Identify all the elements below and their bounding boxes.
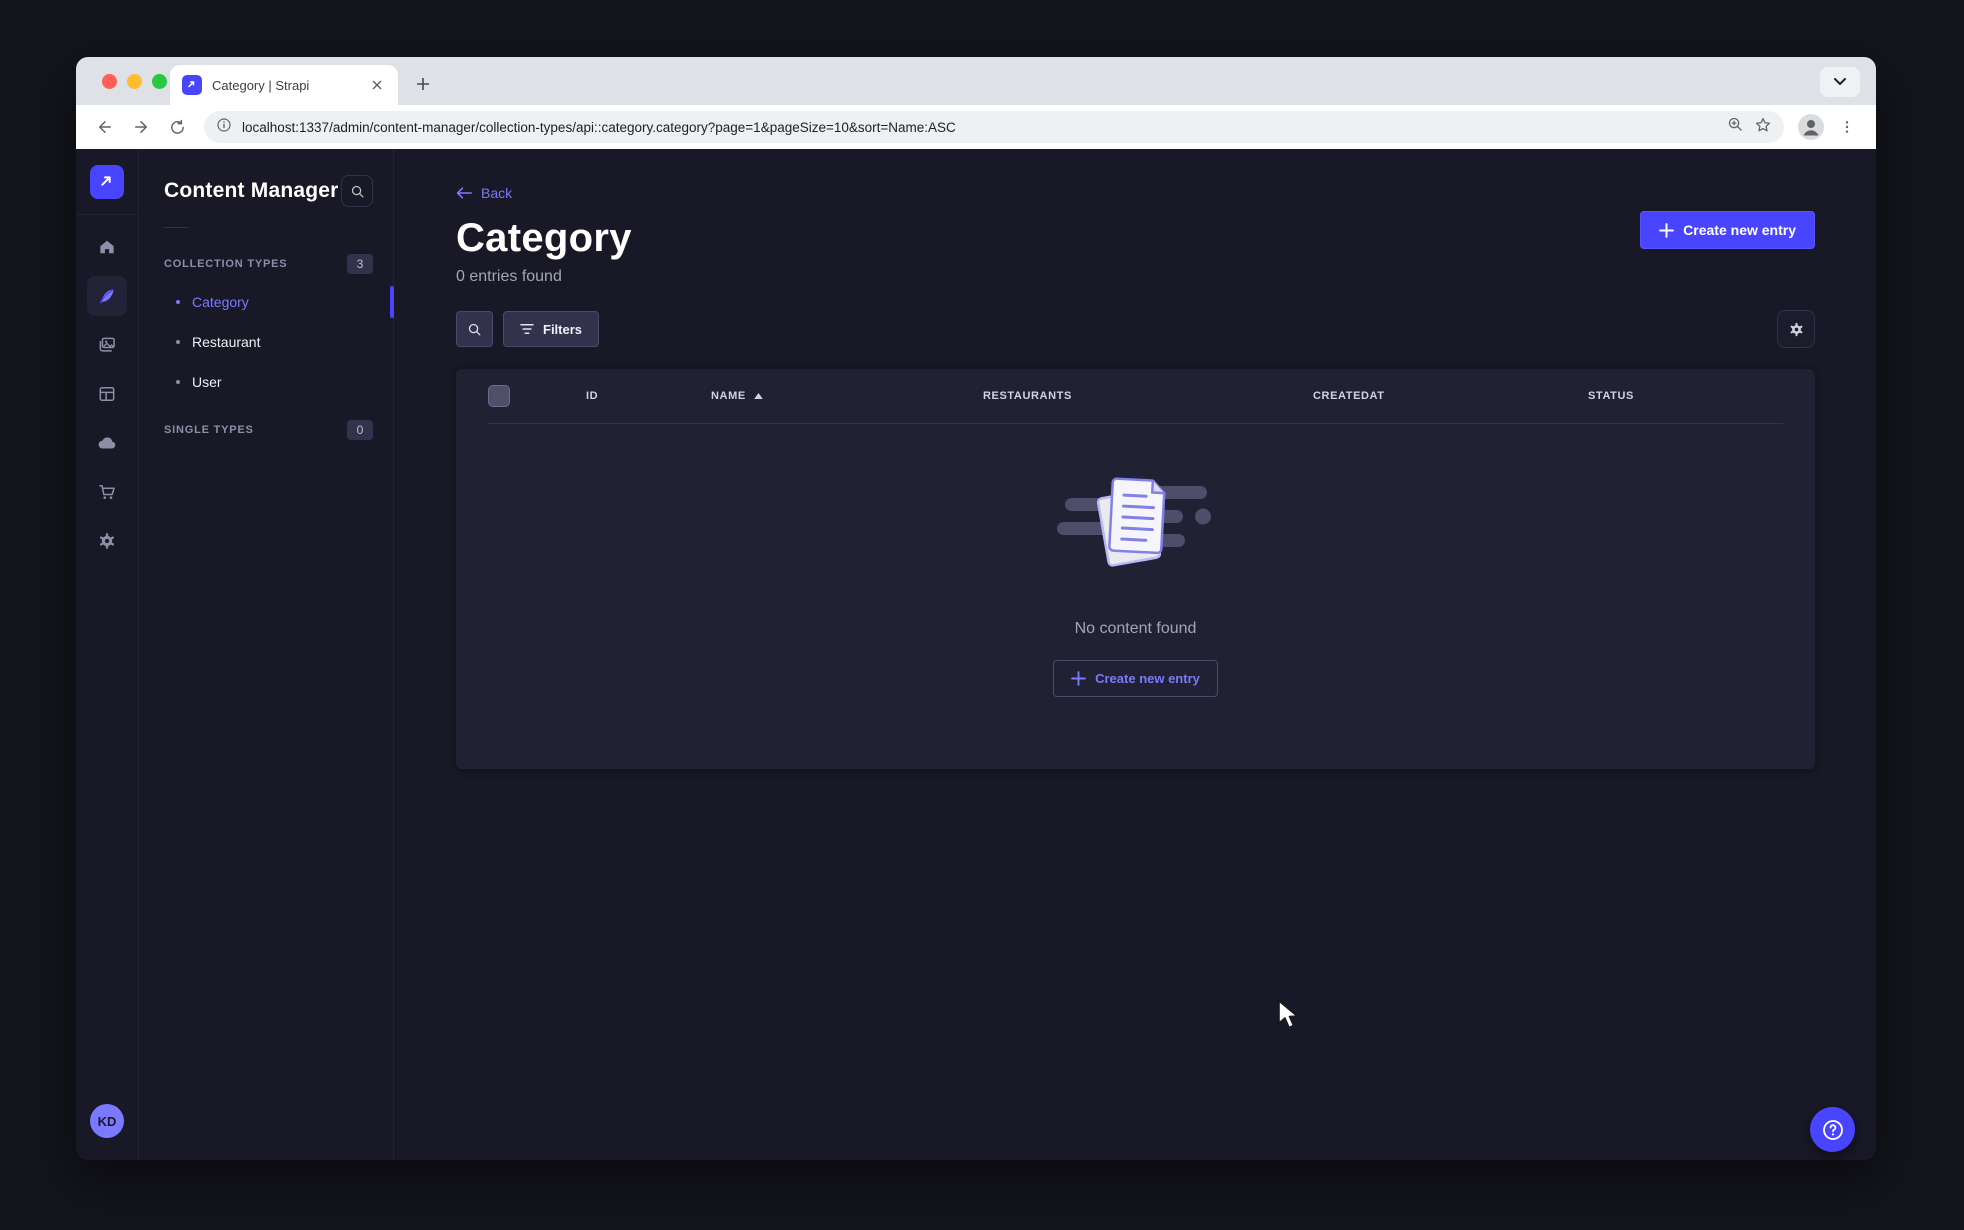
back-nav-icon[interactable] [90, 112, 120, 142]
close-window-button[interactable] [102, 74, 117, 89]
bullet-icon [176, 300, 180, 304]
nav-marketplace-icon[interactable] [87, 472, 127, 512]
help-button[interactable] [1810, 1107, 1855, 1152]
create-entry-label: Create new entry [1683, 222, 1796, 238]
sidebar-item-label: User [192, 374, 222, 390]
macos-traffic-lights [102, 74, 167, 89]
site-info-icon[interactable] [216, 117, 232, 138]
bullet-icon [176, 380, 180, 384]
main-nav-rail: KD [76, 149, 139, 1160]
entries-count: 0 entries found [456, 268, 562, 285]
reload-icon[interactable] [162, 112, 192, 142]
user-avatar[interactable]: KD [90, 1104, 124, 1138]
page-title: Category [456, 216, 632, 260]
collection-types-count-badge: 3 [347, 254, 373, 274]
browser-tab[interactable]: Category | Strapi [170, 65, 398, 105]
sort-asc-icon [754, 393, 763, 399]
minimize-window-button[interactable] [127, 74, 142, 89]
create-entry-button[interactable]: Create new entry [1640, 211, 1815, 249]
nav-home-icon[interactable] [87, 227, 127, 267]
empty-documents-illustration [1056, 477, 1211, 567]
nav-media-library-icon[interactable] [87, 325, 127, 365]
new-tab-button[interactable] [408, 69, 438, 99]
sidebar-item-restaurant[interactable]: Restaurant [164, 322, 373, 362]
address-bar[interactable]: localhost:1337/admin/content-manager/col… [204, 111, 1784, 143]
sidebar-search-button[interactable] [341, 175, 373, 207]
browser-toolbar: localhost:1337/admin/content-manager/col… [76, 105, 1876, 149]
collection-types-label: COLLECTION TYPES [164, 258, 288, 270]
browser-menu-icon[interactable] [1832, 112, 1862, 142]
nav-settings-icon[interactable] [87, 521, 127, 561]
strapi-admin-app: KD Content Manager COLLECTION TYPES 3 Ca… [76, 149, 1876, 1160]
back-link[interactable]: Back [456, 185, 512, 201]
nav-cloud-icon[interactable] [87, 423, 127, 463]
column-header-restaurants[interactable]: RESTAURANTS [983, 390, 1313, 402]
entries-table-card: ID NAME RESTAURANTS CREATEDAT STATUS No … [456, 369, 1815, 769]
table-search-button[interactable] [456, 311, 493, 347]
empty-state-message: No content found [1074, 620, 1197, 637]
column-header-id[interactable]: ID [586, 390, 711, 402]
content-manager-sidebar: Content Manager COLLECTION TYPES 3 Categ… [139, 149, 394, 1160]
view-settings-button[interactable] [1777, 310, 1815, 348]
sidebar-item-user[interactable]: User [164, 362, 373, 402]
filter-icon [520, 323, 534, 335]
empty-create-entry-label: Create new entry [1095, 671, 1200, 686]
select-all-checkbox[interactable] [488, 385, 510, 407]
browser-window: Category | Strapi localhost:1337/admin/c… [76, 57, 1876, 1160]
back-label: Back [481, 185, 513, 201]
strapi-logo-icon[interactable] [90, 165, 124, 199]
maximize-window-button[interactable] [152, 74, 167, 89]
filters-button[interactable]: Filters [503, 311, 600, 347]
strapi-favicon-icon [182, 75, 202, 95]
forward-nav-icon[interactable] [126, 112, 156, 142]
empty-state: No content found Create new entry [456, 424, 1815, 697]
tab-title: Category | Strapi [212, 77, 310, 93]
sidebar-item-label: Category [192, 294, 249, 310]
main-content: Back Category 0 entries found Create new… [394, 149, 1876, 1160]
sidebar-divider [164, 227, 188, 228]
single-types-count-badge: 0 [347, 420, 373, 440]
tab-search-chevron-icon[interactable] [1820, 67, 1860, 97]
column-header-name[interactable]: NAME [711, 390, 983, 402]
column-header-status[interactable]: STATUS [1588, 390, 1783, 402]
nav-content-manager-icon[interactable] [87, 276, 127, 316]
rail-divider [76, 214, 138, 215]
bullet-icon [176, 340, 180, 344]
table-header-row: ID NAME RESTAURANTS CREATEDAT STATUS [456, 369, 1815, 423]
sidebar-title: Content Manager [164, 179, 339, 202]
sidebar-item-label: Restaurant [192, 334, 261, 350]
column-header-createdat[interactable]: CREATEDAT [1313, 390, 1588, 402]
url-text[interactable]: localhost:1337/admin/content-manager/col… [242, 120, 1717, 135]
browser-profile-icon[interactable] [1796, 112, 1826, 142]
filters-label: Filters [543, 321, 583, 337]
sidebar-item-category[interactable]: Category [164, 282, 394, 322]
nav-content-type-builder-icon[interactable] [87, 374, 127, 414]
single-types-label: SINGLE TYPES [164, 424, 254, 436]
bookmark-star-icon[interactable] [1754, 116, 1772, 139]
table-action-row: Filters [456, 310, 1815, 348]
browser-tab-strip: Category | Strapi [76, 57, 1876, 105]
tab-close-icon[interactable] [368, 76, 386, 94]
empty-create-entry-button[interactable]: Create new entry [1053, 660, 1218, 697]
zoom-page-icon[interactable] [1727, 116, 1744, 138]
